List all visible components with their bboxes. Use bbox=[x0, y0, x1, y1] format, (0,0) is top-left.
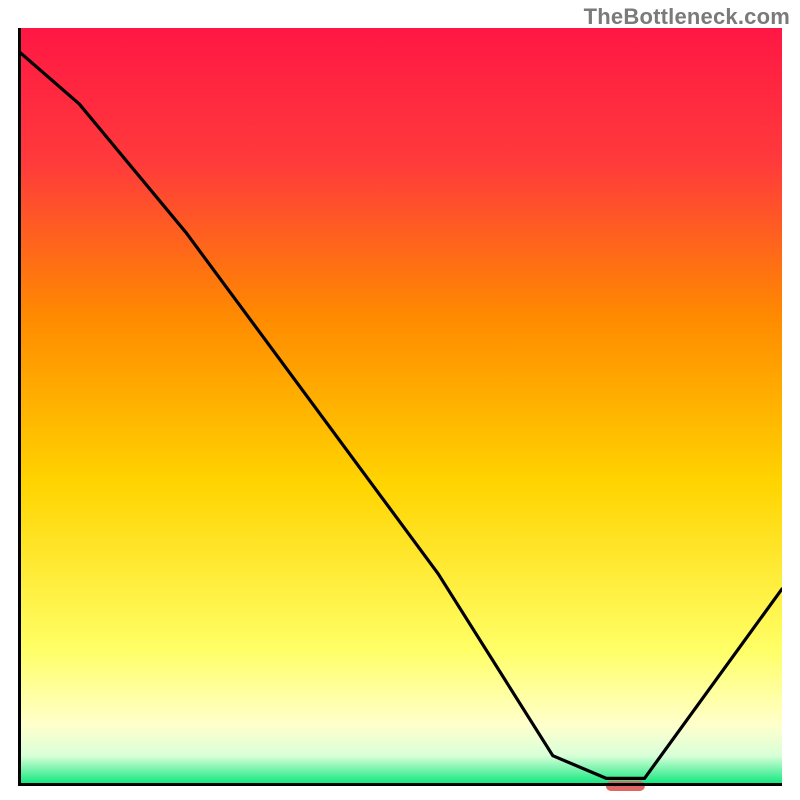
chart-root: TheBottleneck.com bbox=[0, 0, 800, 800]
optimal-range-marker bbox=[606, 781, 644, 791]
watermark-text: TheBottleneck.com bbox=[584, 4, 790, 30]
plot-area bbox=[18, 28, 782, 786]
bottleneck-curve bbox=[18, 28, 782, 786]
